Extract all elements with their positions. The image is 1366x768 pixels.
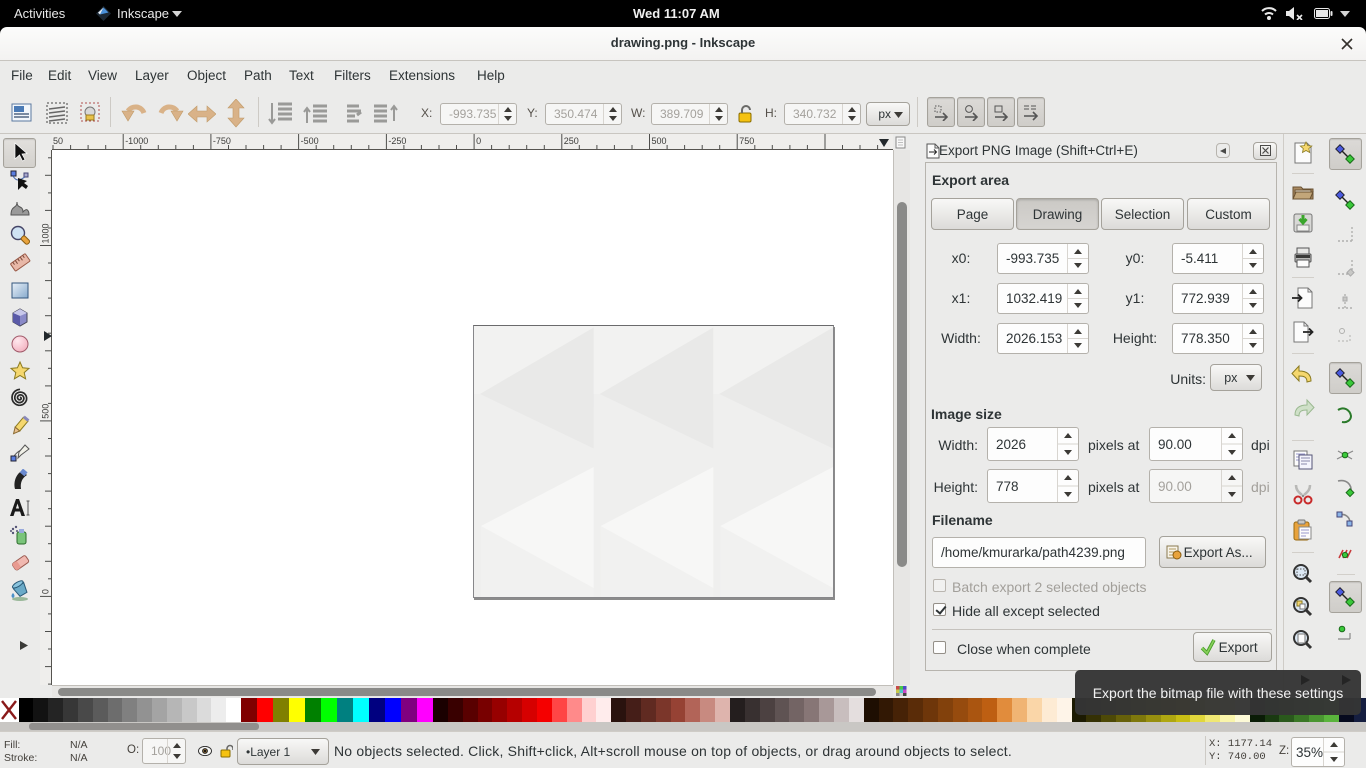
svg-text:0: 0 [476, 136, 481, 146]
svg-text:1000: 1000 [41, 223, 51, 243]
svg-text:750: 750 [739, 136, 754, 146]
svg-text:-250: -250 [388, 136, 406, 146]
svg-text:50: 50 [53, 136, 63, 146]
svg-text:500: 500 [652, 136, 667, 146]
svg-text:250: 250 [564, 136, 579, 146]
svg-text:-500: -500 [301, 136, 319, 146]
svg-text:-1000: -1000 [125, 136, 148, 146]
svg-text:-750: -750 [213, 136, 231, 146]
svg-text:500: 500 [41, 404, 51, 419]
svg-text:0: 0 [41, 589, 51, 594]
